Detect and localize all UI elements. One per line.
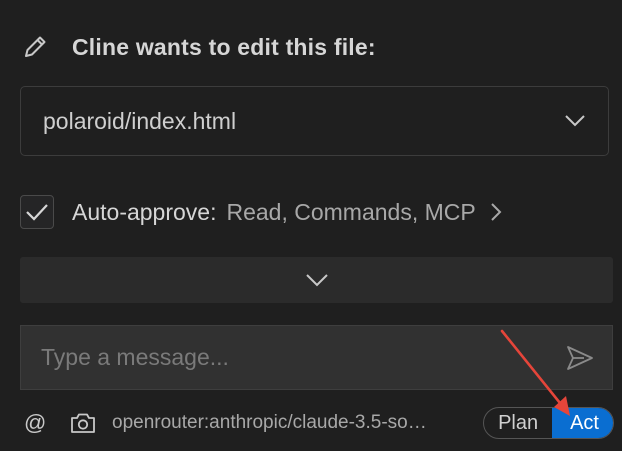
chevron-right-icon[interactable] — [490, 202, 502, 222]
mode-plan-button[interactable]: Plan — [484, 408, 552, 438]
file-path-label: polaroid/index.html — [43, 107, 237, 134]
approval-header: Cline wants to edit this file: — [20, 28, 376, 66]
mode-toggle[interactable]: Plan Act — [483, 407, 614, 439]
mode-act-button[interactable]: Act — [552, 408, 613, 438]
send-icon[interactable] — [566, 345, 594, 371]
auto-approve-values: Read, Commands, MCP — [226, 198, 476, 225]
auto-approve-checkbox[interactable] — [20, 195, 54, 229]
camera-icon[interactable] — [70, 412, 96, 434]
message-input[interactable] — [39, 343, 566, 372]
page-title: Cline wants to edit this file: — [72, 33, 376, 60]
model-selector[interactable]: openrouter:anthropic/claude-3.5-so… — [112, 412, 474, 434]
auto-approve-row[interactable]: Auto-approve: Read, Commands, MCP — [20, 194, 502, 230]
message-input-container — [20, 325, 613, 390]
chevron-down-icon — [305, 274, 328, 287]
chevron-down-icon — [565, 115, 585, 127]
file-path-dropdown[interactable]: polaroid/index.html — [20, 86, 609, 156]
auto-approve-label: Auto-approve: — [72, 198, 217, 225]
check-icon — [26, 204, 48, 221]
expand-button[interactable] — [20, 257, 613, 303]
mention-button[interactable]: @ — [24, 410, 52, 436]
bottom-toolbar: @ openrouter:anthropic/claude-3.5-so… Pl… — [24, 406, 614, 440]
pencil-icon — [25, 36, 46, 57]
